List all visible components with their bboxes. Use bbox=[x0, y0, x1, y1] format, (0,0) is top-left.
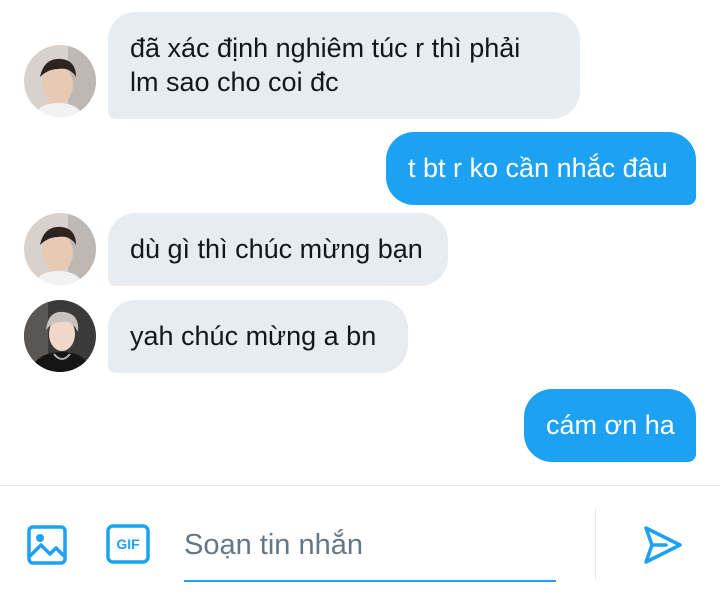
message-text: dù gì thì chúc mừng bạn bbox=[130, 234, 423, 264]
message-thread: đã xác định nghiêm túc r thì phải lm sao… bbox=[0, 0, 720, 485]
message-bubble-received[interactable]: yah chúc mừng a bn bbox=[108, 300, 408, 373]
message-bubble-received[interactable]: đã xác định nghiêm túc r thì phải lm sao… bbox=[108, 12, 580, 119]
message-text: đã xác định nghiêm túc r thì phải bbox=[130, 33, 521, 63]
message-text: yah chúc mừng a bn bbox=[130, 321, 377, 351]
message-bubble-sent[interactable]: t bt r ko cần nhắc đâu bbox=[386, 132, 696, 205]
message-composer: GIF bbox=[0, 485, 720, 601]
gif-label: GIF bbox=[116, 536, 140, 552]
image-icon[interactable] bbox=[24, 522, 70, 568]
message-text: lm sao cho coi đc bbox=[130, 67, 339, 97]
send-icon[interactable] bbox=[640, 522, 686, 568]
gif-button[interactable]: GIF bbox=[106, 524, 150, 564]
divider bbox=[595, 508, 596, 580]
message-bubble-sent[interactable]: cám ơn ha bbox=[524, 389, 696, 462]
message-input[interactable] bbox=[184, 522, 556, 582]
avatar[interactable] bbox=[24, 300, 96, 372]
avatar[interactable] bbox=[24, 213, 96, 285]
message-text: cám ơn ha bbox=[546, 410, 675, 440]
message-text: t bt r ko cần nhắc đâu bbox=[408, 153, 668, 183]
message-bubble-received[interactable]: dù gì thì chúc mừng bạn bbox=[108, 213, 448, 286]
avatar[interactable] bbox=[24, 45, 96, 117]
